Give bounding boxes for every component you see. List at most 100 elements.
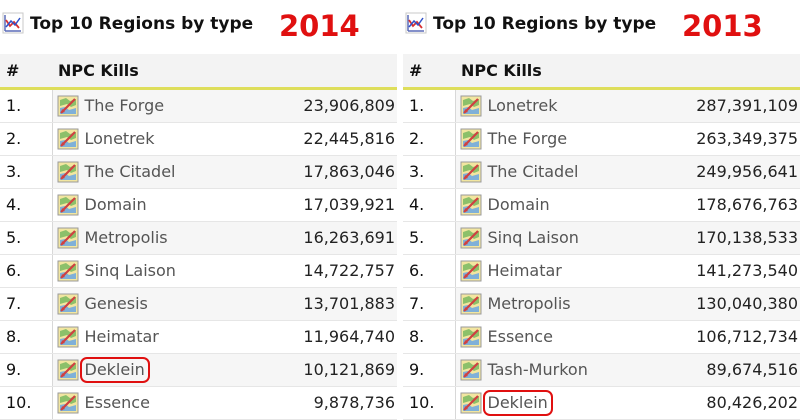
rank-cell: 2. — [0, 122, 52, 155]
table-row: 5.Sinq Laison170,138,533 — [403, 221, 800, 254]
chart-icon — [2, 12, 24, 34]
region-map-icon — [460, 161, 482, 183]
region-cell[interactable]: Lonetrek — [455, 88, 628, 122]
region-link[interactable]: Deklein — [53, 354, 225, 386]
rank-cell: 5. — [0, 221, 52, 254]
table-row: 7.Genesis13,701,883 — [0, 287, 397, 320]
region-link[interactable]: Domain — [53, 189, 225, 221]
region-name[interactable]: Metropolis — [85, 228, 168, 247]
region-cell[interactable]: Domain — [52, 188, 225, 221]
region-cell[interactable]: Sinq Laison — [455, 221, 628, 254]
region-cell[interactable]: The Forge — [52, 88, 225, 122]
region-link[interactable]: Essence — [53, 387, 225, 419]
rank-column-header: # — [403, 54, 455, 88]
region-cell[interactable]: Metropolis — [52, 221, 225, 254]
region-name[interactable]: Sinq Laison — [85, 261, 176, 280]
region-cell[interactable]: Metropolis — [455, 287, 628, 320]
region-name[interactable]: The Forge — [488, 129, 568, 148]
rank-cell: 1. — [403, 88, 455, 122]
region-cell[interactable]: Tash-Murkon — [455, 353, 628, 386]
region-link[interactable]: Heimatar — [456, 255, 628, 287]
region-map-icon — [460, 260, 482, 282]
region-name[interactable]: Lonetrek — [85, 129, 155, 148]
panel-year: 2013 — [682, 9, 763, 43]
region-link[interactable]: Domain — [456, 189, 628, 221]
region-cell[interactable]: The Citadel — [455, 155, 628, 188]
region-link[interactable]: The Forge — [53, 90, 225, 122]
region-name[interactable]: Domain — [85, 195, 147, 214]
region-cell[interactable]: Sinq Laison — [52, 254, 225, 287]
region-link[interactable]: Genesis — [53, 288, 225, 320]
region-name[interactable]: Sinq Laison — [488, 228, 579, 247]
region-link[interactable]: Essence — [456, 321, 628, 353]
region-name[interactable]: Metropolis — [488, 294, 571, 313]
region-map-icon — [460, 95, 482, 117]
region-cell[interactable]: The Forge — [455, 122, 628, 155]
table-row: 8.Heimatar11,964,740 — [0, 320, 397, 353]
region-map-icon — [57, 128, 79, 150]
rank-cell: 9. — [403, 353, 455, 386]
region-name[interactable]: The Citadel — [85, 162, 176, 181]
region-name[interactable]: Heimatar — [488, 261, 562, 280]
region-name[interactable]: Essence — [85, 393, 150, 412]
region-link[interactable]: Tash-Murkon — [456, 354, 628, 386]
region-name[interactable]: Heimatar — [85, 327, 159, 346]
table-row: 3.The Citadel249,956,641 — [403, 155, 800, 188]
kills-cell: 141,273,540 — [628, 254, 800, 287]
region-name[interactable]: The Citadel — [488, 162, 579, 181]
rank-cell: 4. — [403, 188, 455, 221]
region-link[interactable]: Sinq Laison — [53, 255, 225, 287]
region-cell[interactable]: Deklein — [455, 386, 628, 419]
region-link[interactable]: Metropolis — [53, 222, 225, 254]
chart-icon — [405, 12, 427, 34]
region-map-icon — [460, 194, 482, 216]
region-name[interactable]: Tash-Murkon — [488, 360, 588, 379]
table-header-row: # NPC Kills — [403, 54, 800, 88]
regions-table: # NPC Kills 1.Lonetrek287,391,1092.The F… — [403, 54, 800, 420]
region-link[interactable]: The Citadel — [53, 156, 225, 188]
region-cell[interactable]: The Citadel — [52, 155, 225, 188]
regions-table: # NPC Kills 1.The Forge23,906,8092.Lonet… — [0, 54, 397, 420]
region-link[interactable]: Deklein — [456, 387, 628, 419]
table-body: 1.Lonetrek287,391,1092.The Forge263,349,… — [403, 88, 800, 419]
rank-cell: 10. — [403, 386, 455, 419]
panel-title-row: Top 10 Regions by type 2014 — [0, 6, 397, 44]
kills-cell: 287,391,109 — [628, 88, 800, 122]
kills-cell: 11,964,740 — [225, 320, 398, 353]
region-name[interactable]: Genesis — [85, 294, 148, 313]
kills-cell: 13,701,883 — [225, 287, 398, 320]
region-link[interactable]: The Forge — [456, 123, 628, 155]
region-name[interactable]: The Forge — [85, 96, 165, 115]
table-row: 4.Domain17,039,921 — [0, 188, 397, 221]
region-map-icon — [57, 161, 79, 183]
region-name[interactable]: Essence — [488, 327, 553, 346]
rank-cell: 5. — [403, 221, 455, 254]
region-link[interactable]: Lonetrek — [456, 90, 628, 122]
region-link[interactable]: Heimatar — [53, 321, 225, 353]
panel-title: Top 10 Regions by type — [433, 14, 656, 34]
region-cell[interactable]: Deklein — [52, 353, 225, 386]
region-cell[interactable]: Heimatar — [52, 320, 225, 353]
region-cell[interactable]: Heimatar — [455, 254, 628, 287]
region-map-icon — [57, 95, 79, 117]
region-map-icon — [460, 392, 482, 414]
region-map-icon — [460, 128, 482, 150]
region-cell[interactable]: Essence — [455, 320, 628, 353]
region-cell[interactable]: Essence — [52, 386, 225, 419]
region-link[interactable]: The Citadel — [456, 156, 628, 188]
region-link[interactable]: Metropolis — [456, 288, 628, 320]
region-name[interactable]: Domain — [488, 195, 550, 214]
kills-cell: 80,426,202 — [628, 386, 800, 419]
rank-cell: 4. — [0, 188, 52, 221]
region-cell[interactable]: Lonetrek — [52, 122, 225, 155]
rank-cell: 10. — [0, 386, 52, 419]
table-row: 3.The Citadel17,863,046 — [0, 155, 397, 188]
region-map-icon — [57, 326, 79, 348]
region-link[interactable]: Lonetrek — [53, 123, 225, 155]
kills-cell: 14,722,757 — [225, 254, 398, 287]
region-cell[interactable]: Domain — [455, 188, 628, 221]
region-link[interactable]: Sinq Laison — [456, 222, 628, 254]
region-name[interactable]: Lonetrek — [488, 96, 558, 115]
region-cell[interactable]: Genesis — [52, 287, 225, 320]
table-row: 10.Essence9,878,736 — [0, 386, 397, 419]
